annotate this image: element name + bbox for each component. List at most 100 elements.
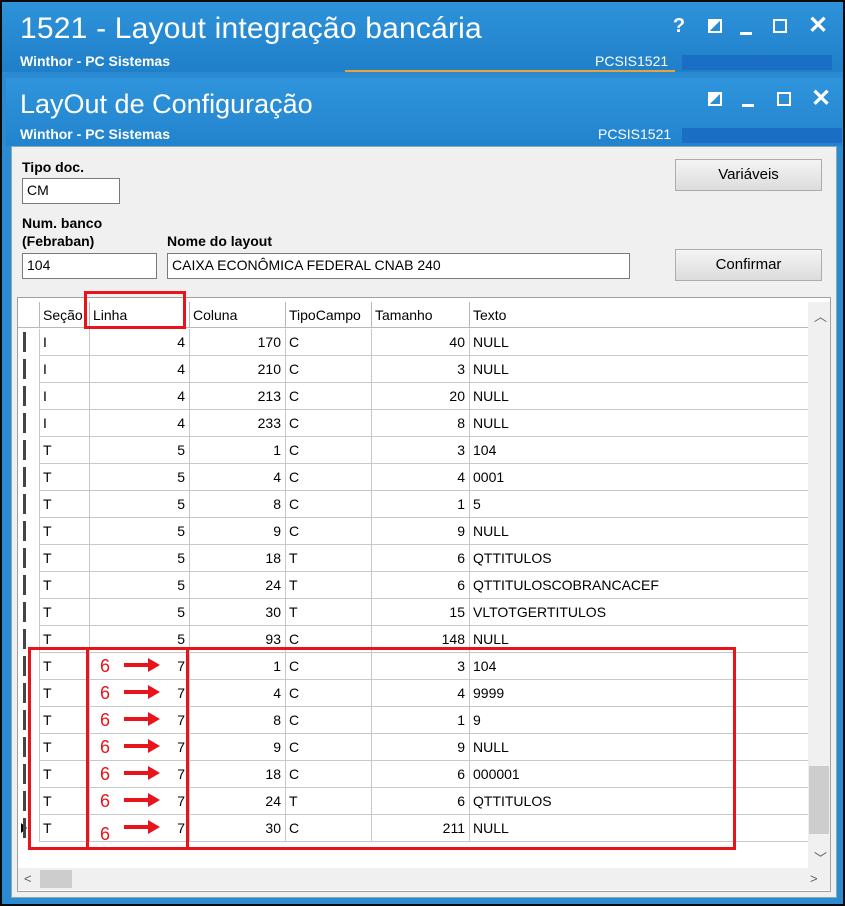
cell-texto[interactable]: QTTITULOS <box>470 545 808 572</box>
cell-coluna[interactable]: 8 <box>190 491 286 518</box>
table-row[interactable]: T 5 24 T 6 QTTITULOSCOBRANCACEF <box>18 572 808 599</box>
row-selector[interactable] <box>18 572 40 599</box>
cell-tipocampo[interactable]: C <box>286 383 372 410</box>
cell-texto[interactable]: 104 <box>470 437 808 464</box>
cell-coluna[interactable]: 4 <box>190 464 286 491</box>
cell-linha[interactable]: 5 <box>90 545 190 572</box>
tipo-doc-field[interactable]: CM <box>22 178 120 204</box>
cell-tamanho[interactable]: 20 <box>372 383 470 410</box>
cell-texto[interactable]: NULL <box>470 518 808 545</box>
cell-tipocampo[interactable]: C <box>286 491 372 518</box>
cell-linha[interactable]: 4 <box>90 383 190 410</box>
cell-linha[interactable]: 5 <box>90 599 190 626</box>
cell-secao[interactable]: T <box>40 599 90 626</box>
cell-coluna[interactable]: 9 <box>190 518 286 545</box>
row-selector[interactable] <box>18 329 40 356</box>
cell-tipocampo[interactable]: T <box>286 572 372 599</box>
row-selector[interactable] <box>18 464 40 491</box>
table-row[interactable]: I 4 170 C 40 NULL <box>18 329 808 356</box>
table-row[interactable]: T 5 4 C 4 0001 <box>18 464 808 491</box>
cell-linha[interactable]: 5 <box>90 464 190 491</box>
help-icon[interactable]: ? <box>668 16 690 36</box>
cell-linha[interactable]: 4 <box>90 356 190 383</box>
cell-tamanho[interactable]: 4 <box>372 464 470 491</box>
cell-tipocampo[interactable]: C <box>286 518 372 545</box>
inner-maximize-icon[interactable] <box>777 92 791 106</box>
close-icon[interactable]: ✕ <box>808 14 828 38</box>
cell-tamanho[interactable]: 3 <box>372 437 470 464</box>
cell-texto[interactable]: QTTITULOSCOBRANCACEF <box>470 572 808 599</box>
scroll-right-icon[interactable]: > <box>810 871 818 886</box>
row-selector[interactable] <box>18 518 40 545</box>
cell-linha[interactable]: 5 <box>90 518 190 545</box>
row-selector[interactable] <box>18 410 40 437</box>
header-coluna[interactable]: Coluna <box>190 302 286 328</box>
cell-coluna[interactable]: 24 <box>190 572 286 599</box>
cell-tamanho[interactable]: 3 <box>372 356 470 383</box>
cell-secao[interactable]: I <box>40 383 90 410</box>
cell-secao[interactable]: T <box>40 518 90 545</box>
table-row[interactable]: I 4 213 C 20 NULL <box>18 383 808 410</box>
cell-tipocampo[interactable]: C <box>286 410 372 437</box>
cell-tipocampo[interactable]: C <box>286 464 372 491</box>
cell-coluna[interactable]: 210 <box>190 356 286 383</box>
num-banco-field[interactable]: 104 <box>22 253 157 279</box>
cell-linha[interactable]: 5 <box>90 437 190 464</box>
scroll-left-icon[interactable]: < <box>24 871 32 886</box>
maximize-icon[interactable] <box>773 19 787 33</box>
row-selector[interactable] <box>18 599 40 626</box>
cell-coluna[interactable]: 213 <box>190 383 286 410</box>
inner-close-icon[interactable]: ✕ <box>811 87 831 111</box>
table-row[interactable]: I 4 233 C 8 NULL <box>18 410 808 437</box>
header-tipocampo[interactable]: TipoCampo <box>286 302 372 328</box>
cell-texto[interactable]: 0001 <box>470 464 808 491</box>
header-texto[interactable]: Texto <box>470 302 808 328</box>
row-selector[interactable] <box>18 383 40 410</box>
cell-texto[interactable]: NULL <box>470 356 808 383</box>
cell-secao[interactable]: I <box>40 356 90 383</box>
header-secao[interactable]: Seção <box>40 302 90 328</box>
variaveis-button[interactable]: Variáveis <box>675 159 822 191</box>
cell-secao[interactable]: T <box>40 437 90 464</box>
nome-layout-field[interactable]: CAIXA ECONÔMICA FEDERAL CNAB 240 <box>167 253 630 279</box>
cell-secao[interactable]: T <box>40 572 90 599</box>
cell-texto[interactable]: NULL <box>470 383 808 410</box>
cell-tamanho[interactable]: 8 <box>372 410 470 437</box>
table-row[interactable]: T 5 9 C 9 NULL <box>18 518 808 545</box>
cell-tamanho[interactable]: 9 <box>372 518 470 545</box>
confirmar-button[interactable]: Confirmar <box>675 249 822 281</box>
cell-tipocampo[interactable]: C <box>286 356 372 383</box>
cell-linha[interactable]: 5 <box>90 572 190 599</box>
table-row[interactable]: T 5 1 C 3 104 <box>18 437 808 464</box>
row-selector[interactable] <box>18 545 40 572</box>
row-selector[interactable] <box>18 491 40 518</box>
cell-texto[interactable]: VLTOTGERTITULOS <box>470 599 808 626</box>
minimize-icon[interactable] <box>740 32 752 35</box>
table-row[interactable]: T58C15 <box>18 491 808 518</box>
cell-tamanho[interactable]: 6 <box>372 545 470 572</box>
cell-secao[interactable]: T <box>40 491 90 518</box>
cell-tipocampo[interactable]: T <box>286 545 372 572</box>
cell-tamanho[interactable]: 15 <box>372 599 470 626</box>
table-row[interactable]: T 5 18 T 6 QTTITULOS <box>18 545 808 572</box>
cell-linha[interactable]: 4 <box>90 329 190 356</box>
vertical-scrollbar[interactable]: ︿ ﹀ <box>808 302 830 868</box>
horizontal-scrollbar[interactable]: < > <box>18 868 830 890</box>
cell-texto[interactable]: NULL <box>470 410 808 437</box>
cell-tipocampo[interactable]: C <box>286 329 372 356</box>
cell-secao[interactable]: T <box>40 464 90 491</box>
cell-coluna[interactable]: 18 <box>190 545 286 572</box>
scroll-down-icon[interactable]: ﹀ <box>814 848 827 867</box>
cell-coluna[interactable]: 233 <box>190 410 286 437</box>
cell-linha[interactable]: 4 <box>90 410 190 437</box>
scroll-up-icon[interactable]: ︿ <box>814 306 827 325</box>
cell-linha[interactable]: 5 <box>90 491 190 518</box>
table-row[interactable]: I 4 210 C 3 NULL <box>18 356 808 383</box>
cell-coluna[interactable]: 30 <box>190 599 286 626</box>
header-tamanho[interactable]: Tamanho <box>372 302 470 328</box>
cell-texto[interactable]: NULL <box>470 329 808 356</box>
cell-tamanho[interactable]: 6 <box>372 572 470 599</box>
restore-icon[interactable] <box>708 19 722 33</box>
cell-tipocampo[interactable]: T <box>286 599 372 626</box>
cell-tipocampo[interactable]: C <box>286 437 372 464</box>
